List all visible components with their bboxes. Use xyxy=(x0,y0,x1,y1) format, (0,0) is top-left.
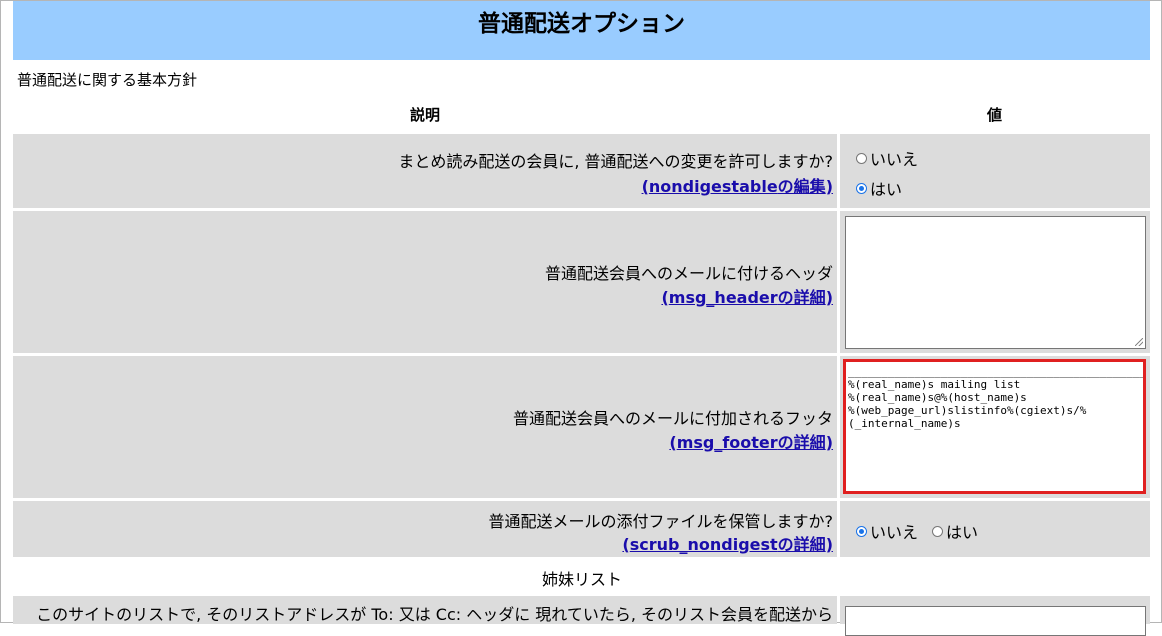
radio-scrub-no[interactable]: いいえ xyxy=(856,519,918,543)
question-msg-footer: 普通配送会員へのメールに付加されるフッタ xyxy=(512,409,833,428)
row-msg-header-desc: 普通配送会員へのメールに付けるヘッダ (msg_headerの詳細) xyxy=(13,211,837,353)
question-nondigestable: まとめ読み配送の会員に, 普通配送への変更を許可しますか? xyxy=(398,152,833,171)
radio-nondigestable-no[interactable]: いいえ xyxy=(856,146,918,170)
question-msg-header: 普通配送会員へのメールに付けるヘッダ xyxy=(544,264,833,283)
page-title-bar: 普通配送オプション xyxy=(13,1,1150,60)
radio-circle[interactable] xyxy=(932,525,943,537)
radio-scrub-yes[interactable]: はい xyxy=(932,519,978,543)
row-msg-footer-value: ________________________________________… xyxy=(840,356,1150,498)
column-header-description: 説明 xyxy=(410,106,441,124)
radio-circle[interactable] xyxy=(856,152,867,164)
row-sister-desc: このサイトのリストで, そのリストアドレスが To: 又は Cc: ヘッダに 現… xyxy=(13,596,837,624)
radio-circle-checked[interactable] xyxy=(856,525,867,537)
msg-header-textarea[interactable] xyxy=(845,216,1146,349)
question-sister: このサイトのリストで, そのリストアドレスが To: 又は Cc: ヘッダに 現… xyxy=(36,605,833,624)
page-title: 普通配送オプション xyxy=(478,11,685,37)
link-scrub-nondigest[interactable]: (scrub_nondigestの詳細) xyxy=(622,531,833,555)
section-sister-lists: 姉妹リスト xyxy=(542,570,623,589)
row-nondigestable-desc: まとめ読み配送の会員に, 普通配送への変更を許可しますか? (nondigest… xyxy=(13,134,837,208)
column-header-value: 値 xyxy=(987,106,1003,124)
link-nondigestable[interactable]: (nondigestableの編集) xyxy=(642,173,833,197)
policy-label: 普通配送に関する基本方針 xyxy=(17,71,198,89)
question-scrub-nondigest: 普通配送メールの添付ファイルを保管しますか? xyxy=(488,512,834,531)
msg-footer-textarea[interactable]: ________________________________________… xyxy=(845,361,1146,494)
link-msg-header[interactable]: (msg_headerの詳細) xyxy=(661,284,833,308)
row-msg-footer-desc: 普通配送会員へのメールに付加されるフッタ (msg_footerの詳細) xyxy=(13,356,837,498)
row-nondigestable-value: いいえ はい xyxy=(840,134,1150,208)
sister-textarea[interactable] xyxy=(845,606,1146,636)
row-scrub-nondigest-value: いいえ はい xyxy=(840,501,1150,557)
row-msg-header-value xyxy=(840,211,1150,353)
row-sister-value xyxy=(840,596,1150,636)
resize-grip-icon[interactable] xyxy=(1135,338,1143,346)
row-scrub-nondigest-desc: 普通配送メールの添付ファイルを保管しますか? (scrub_nondigestの… xyxy=(13,501,837,557)
radio-circle-checked[interactable] xyxy=(856,182,867,194)
link-msg-footer[interactable]: (msg_footerの詳細) xyxy=(669,429,833,453)
radio-nondigestable-yes[interactable]: はい xyxy=(856,176,902,200)
